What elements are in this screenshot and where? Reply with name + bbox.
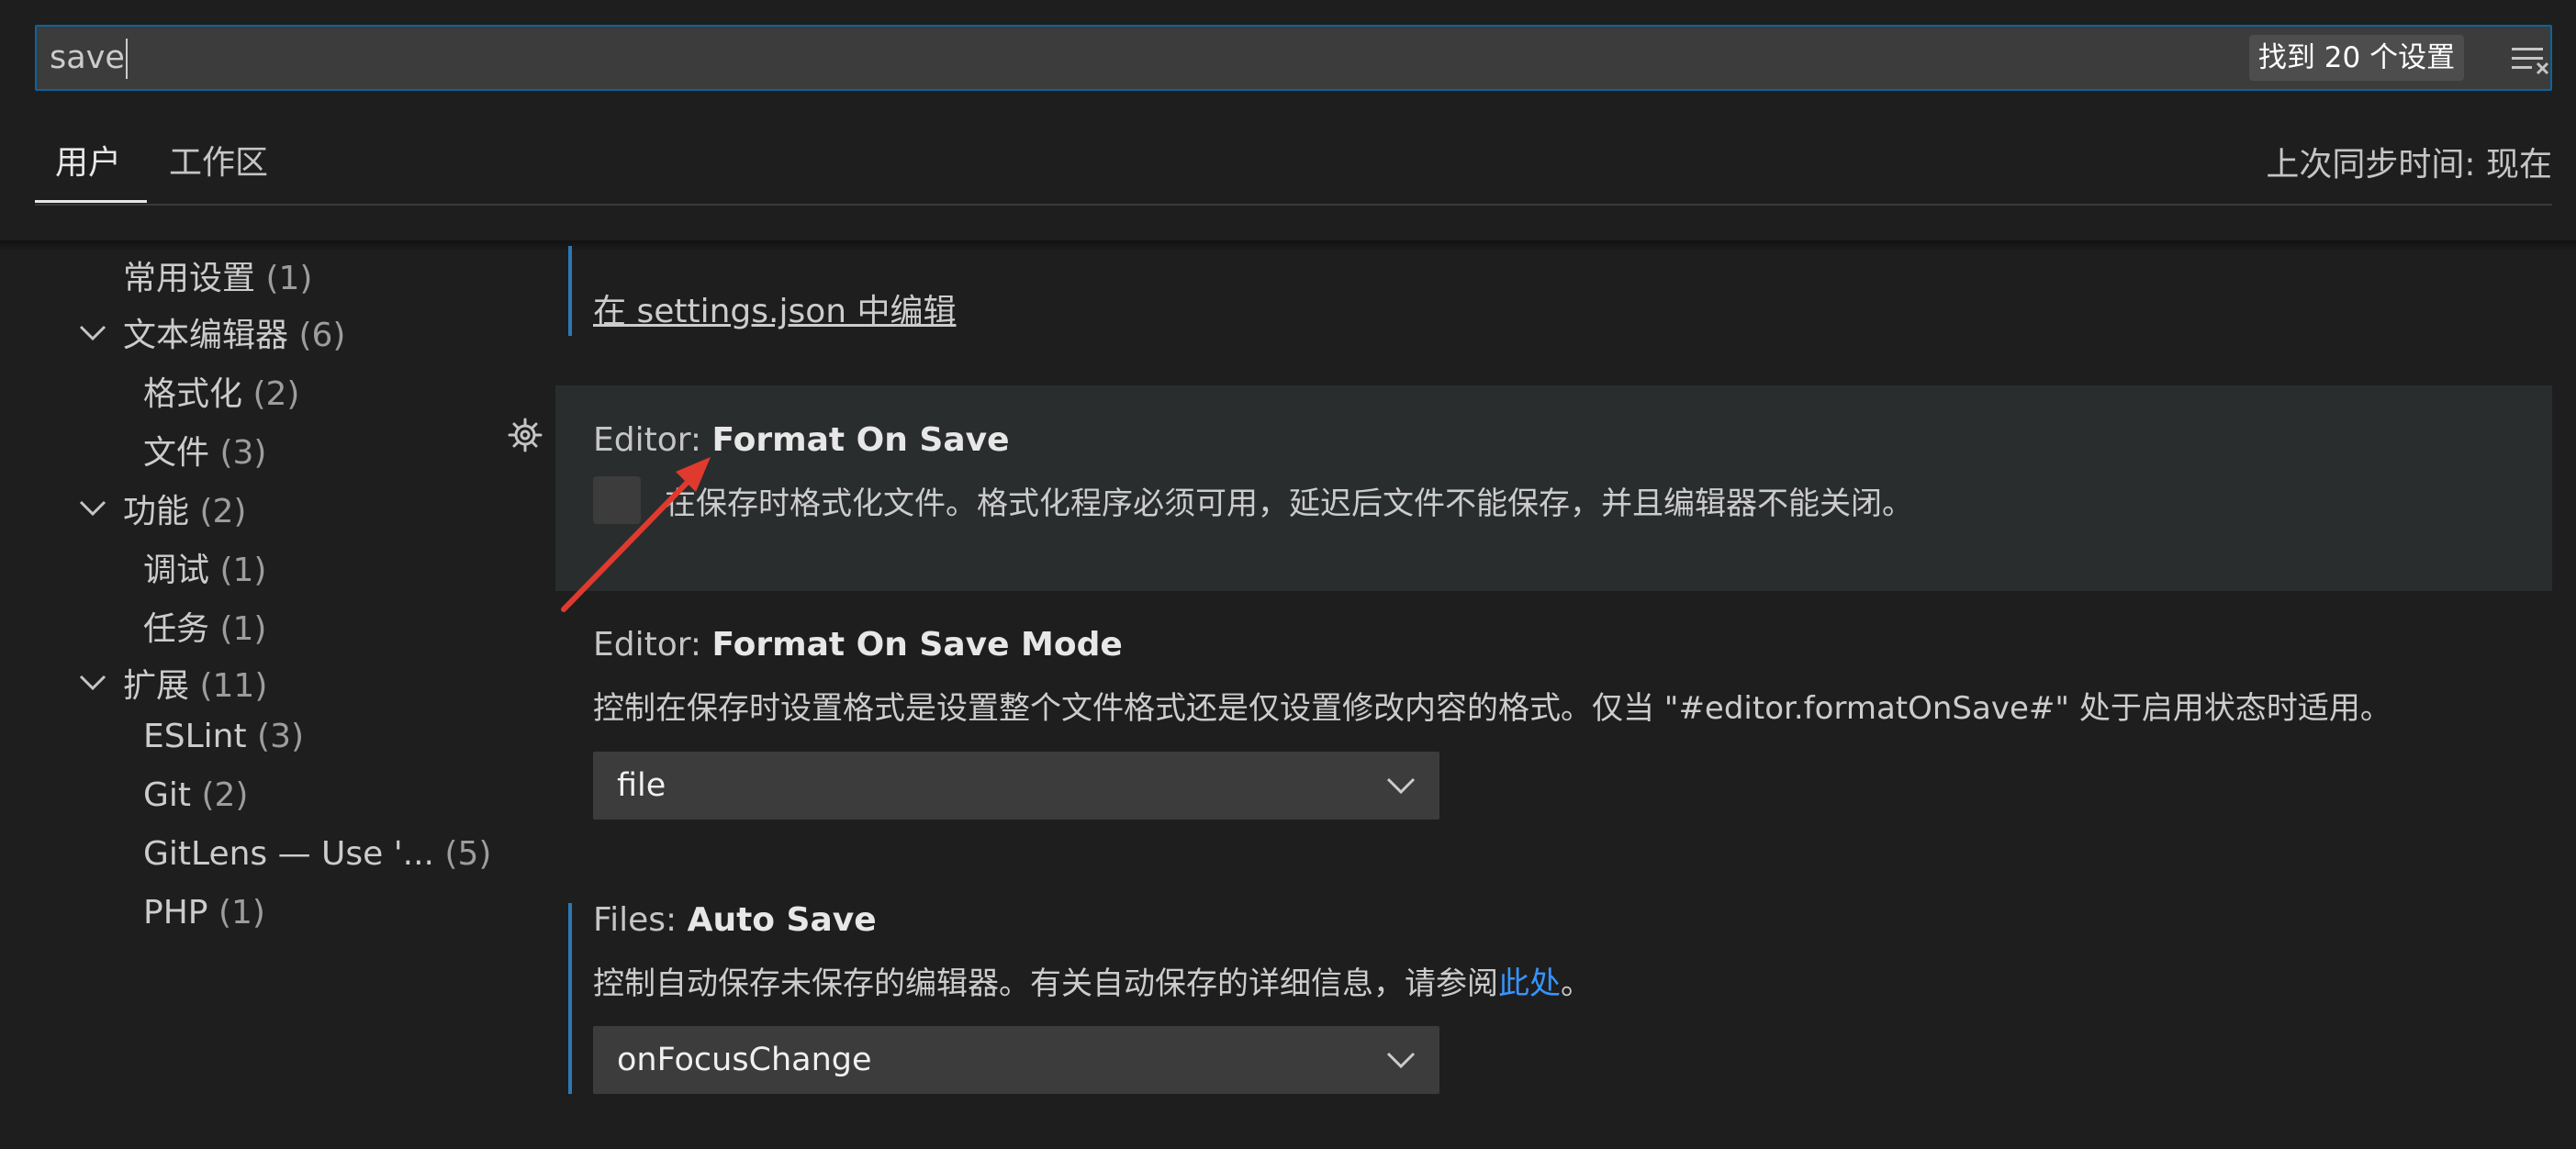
setting-title: Editor: Format On Save Mode: [593, 626, 1123, 664]
setting-category: Editor:: [593, 421, 712, 459]
toc-item-count: (5): [444, 835, 492, 873]
setting-description-end: 。: [1561, 965, 1592, 1002]
toc-item-files[interactable]: 文件 (3): [143, 426, 266, 474]
toc-item-label: GitLens — Use '...: [143, 835, 434, 873]
auto-save-details-link[interactable]: 此处: [1498, 965, 1561, 1002]
setting-title: Files: Auto Save: [593, 901, 877, 939]
toc-item-label: ESLint: [143, 718, 247, 755]
toc-item-label: 功能: [123, 493, 190, 530]
toc-item-count: (6): [298, 317, 346, 354]
tab-user[interactable]: 用户: [55, 136, 121, 184]
toc-item-label: 常用设置: [123, 260, 256, 297]
select-value: file: [617, 767, 666, 804]
active-tab-indicator: [35, 200, 147, 203]
toc-item-count: (3): [257, 718, 305, 755]
toc-item-count: (1): [219, 610, 267, 648]
toc-item-count: (3): [219, 434, 267, 472]
settings-search-box[interactable]: save 找到 20 个设置: [35, 25, 2552, 91]
select-value: onFocusChange: [617, 1042, 872, 1078]
toc-item-label: 格式化: [143, 375, 243, 413]
toc-item-label: PHP: [143, 894, 208, 931]
auto-save-select[interactable]: onFocusChange: [593, 1026, 1439, 1094]
toc-item-gitlens[interactable]: GitLens — Use '... (5): [143, 835, 491, 873]
toc-item-label: Git: [143, 776, 192, 814]
toc-item-php[interactable]: PHP (1): [143, 894, 265, 931]
toc-item-label: 任务: [143, 610, 210, 648]
edit-in-settings-json-link[interactable]: 在 settings.json 中编辑: [593, 284, 957, 332]
chevron-down-icon: [1386, 777, 1416, 795]
sync-status: 上次同步时间: 现在: [2266, 146, 2552, 184]
chevron-down-icon: [1386, 1052, 1416, 1069]
gear-icon[interactable]: [507, 417, 543, 453]
toc-item-label: 文件: [143, 434, 210, 472]
format-on-save-mode-select[interactable]: file: [593, 752, 1439, 820]
search-input-value: save: [50, 39, 125, 76]
toc-item-formatting[interactable]: 格式化 (2): [143, 367, 299, 415]
setting-name: Format On Save: [711, 421, 1010, 459]
header-shadow: [0, 240, 2576, 251]
setting-description: 在保存时格式化文件。格式化程序必须可用，延迟后文件不能保存，并且编辑器不能关闭。: [665, 485, 1913, 522]
setting-description-text: 控制自动保存未保存的编辑器。有关自动保存的详细信息，请参阅: [593, 965, 1498, 1002]
toc-item-debug[interactable]: 调试 (1): [143, 543, 266, 591]
setting-name: Format On Save Mode: [711, 626, 1123, 664]
toc-item-extensions[interactable]: 扩展 (11): [123, 659, 267, 707]
settings-editor: save 找到 20 个设置 用户 工作区 上次同步时间: 现在 常用设置 (1…: [0, 0, 2576, 1149]
toc-item-label: 调试: [143, 552, 210, 589]
setting-description: 控制在保存时设置格式是设置整个文件格式还是仅设置修改内容的格式。仅当 "#edi…: [593, 690, 2391, 727]
setting-name: Auto Save: [687, 901, 877, 939]
focus-indicator: [568, 903, 572, 1094]
toc-item-label: 扩展: [123, 667, 190, 705]
format-on-save-checkbox[interactable]: [593, 476, 641, 524]
toc-item-count: (2): [199, 493, 247, 530]
toc-item-features[interactable]: 功能 (2): [123, 485, 246, 532]
setting-category: Files:: [593, 901, 688, 939]
chevron-down-icon[interactable]: [79, 324, 106, 342]
chevron-down-icon[interactable]: [79, 674, 106, 692]
toc-item-count: (2): [201, 776, 249, 814]
toc-item-count: (11): [199, 667, 268, 705]
toc-item-text-editor[interactable]: 文本编辑器 (6): [123, 308, 345, 356]
toc-item-count: (2): [252, 375, 300, 413]
search-input[interactable]: save: [50, 27, 128, 89]
toc-item-eslint[interactable]: ESLint (3): [143, 718, 304, 755]
toc-item-commonly-used[interactable]: 常用设置 (1): [123, 251, 312, 299]
toc-item-label: 文本编辑器: [123, 317, 289, 354]
toc-item-git[interactable]: Git (2): [143, 776, 248, 814]
chevron-down-icon[interactable]: [79, 499, 106, 518]
setting-category: Editor:: [593, 626, 712, 664]
toc-item-count: (1): [265, 260, 313, 297]
toc-item-count: (1): [219, 552, 267, 589]
toc-item-count: (1): [218, 894, 265, 931]
text-caret: [125, 39, 128, 79]
toc-item-tasks[interactable]: 任务 (1): [143, 602, 266, 650]
setting-title: Editor: Format On Save: [593, 421, 1010, 459]
setting-description: 控制自动保存未保存的编辑器。有关自动保存的详细信息，请参阅此处。: [593, 958, 1592, 1003]
tab-workspace[interactable]: 工作区: [169, 136, 268, 184]
search-result-count-badge: 找到 20 个设置: [2249, 35, 2464, 81]
header-divider: [35, 204, 2552, 206]
clear-filter-icon[interactable]: [2512, 42, 2552, 75]
focus-indicator: [568, 246, 572, 336]
